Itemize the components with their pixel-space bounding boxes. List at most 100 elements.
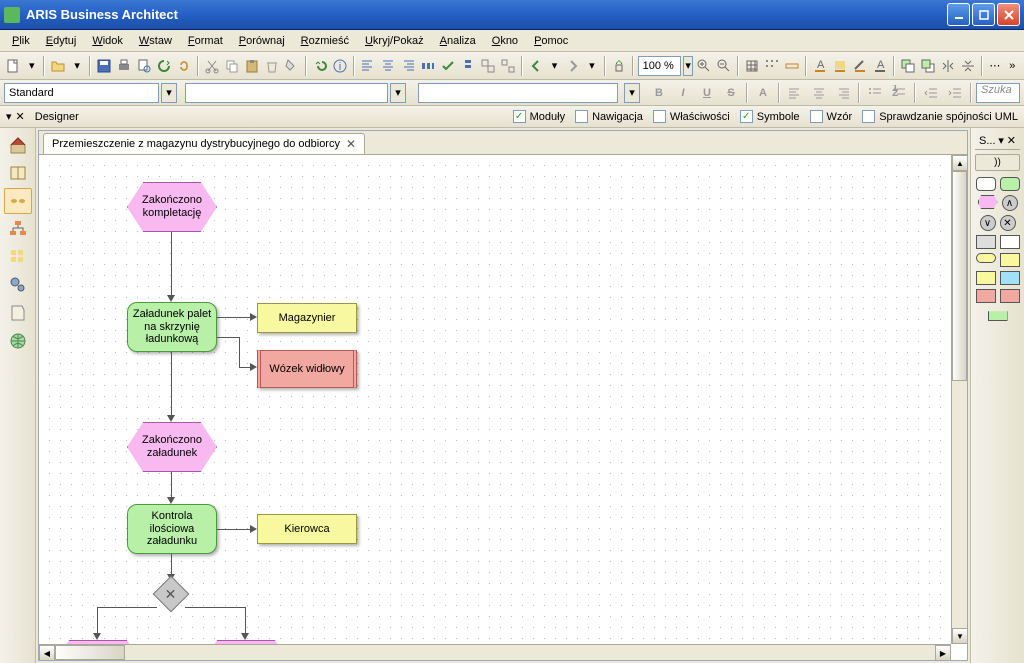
align-right-icon[interactable] (399, 55, 417, 77)
open-icon[interactable] (49, 55, 67, 77)
event-shape[interactable]: Zakończono załadunek (127, 422, 217, 472)
align-left-text-icon[interactable] (784, 82, 806, 104)
zoom-in-icon[interactable] (695, 55, 713, 77)
back-dropdown[interactable]: ▾ (547, 55, 562, 77)
check-icon[interactable] (439, 55, 457, 77)
more-icon[interactable]: ⋯ (987, 55, 1002, 77)
paste-icon[interactable] (243, 55, 261, 77)
palette-trapezoid-green[interactable] (988, 307, 1008, 321)
panel-menu-icon[interactable]: ▾ (998, 134, 1004, 147)
open-dropdown-icon[interactable]: ▾ (69, 55, 84, 77)
role-shape[interactable]: Kierowca (257, 514, 357, 544)
format-painter-icon[interactable] (283, 55, 301, 77)
note-tool-icon[interactable] (4, 300, 32, 326)
info-icon[interactable]: i (331, 55, 349, 77)
outdent-icon[interactable] (920, 82, 942, 104)
underline-button[interactable]: U (696, 82, 718, 104)
align-right-text-icon[interactable] (832, 82, 854, 104)
palette-hexagon-pink[interactable] (978, 195, 998, 209)
canvas[interactable]: Zakończono kompletację Załadunek palet n… (39, 155, 951, 644)
menu-format[interactable]: Format (180, 33, 231, 49)
style-combo-arrow[interactable]: ▾ (161, 83, 177, 103)
ungroup-icon[interactable] (499, 55, 517, 77)
zoom-value[interactable]: 100 % (638, 56, 682, 76)
tree-tool-icon[interactable] (4, 216, 32, 242)
zoom-out-icon[interactable] (715, 55, 733, 77)
refresh-icon[interactable] (155, 55, 173, 77)
pattern-checkbox[interactable]: Wzór (810, 110, 853, 123)
distribute-h-icon[interactable] (419, 55, 437, 77)
forward-dropdown[interactable]: ▾ (584, 55, 599, 77)
properties-checkbox[interactable]: Właściwości (653, 110, 730, 123)
menu-compare[interactable]: Porównaj (231, 33, 293, 49)
font-button[interactable]: A (752, 82, 774, 104)
ruler-icon[interactable] (783, 55, 801, 77)
maximize-button[interactable] (972, 3, 995, 26)
uml-checkbox[interactable]: Sprawdzanie spójności UML (862, 110, 1018, 123)
navigation-checkbox[interactable]: Nawigacja (575, 110, 643, 123)
palette-gateway-xor[interactable]: ✕ (1000, 215, 1016, 231)
group-icon[interactable] (479, 55, 497, 77)
grid-icon[interactable] (743, 55, 761, 77)
palette-rect-grey[interactable] (976, 235, 996, 249)
gears-tool-icon[interactable] (4, 272, 32, 298)
style-combo[interactable]: Standard (4, 83, 159, 103)
copy-icon[interactable] (223, 55, 241, 77)
palette-rect-yellow[interactable] (1000, 253, 1020, 267)
menu-showhide[interactable]: Ukryj/Pokaż (357, 33, 432, 49)
align-center-icon[interactable] (379, 55, 397, 77)
palette-gateway-or[interactable]: ∨ (980, 215, 996, 231)
menu-analyze[interactable]: Analiza (432, 33, 484, 49)
fill-color-icon[interactable] (831, 55, 849, 77)
flip-h-icon[interactable] (939, 55, 957, 77)
book-tool-icon[interactable] (4, 160, 32, 186)
home-tool-icon[interactable] (4, 132, 32, 158)
panel-close-icon[interactable]: ✕ (1007, 134, 1016, 147)
print-icon[interactable] (115, 55, 133, 77)
highlight-icon[interactable]: A (871, 55, 889, 77)
send-back-icon[interactable] (919, 55, 937, 77)
function-shape[interactable]: Załadunek palet na skrzynię ładunkową (127, 302, 217, 352)
font-name-combo[interactable] (185, 83, 388, 103)
numbering-icon[interactable]: 12 (888, 82, 910, 104)
palette-rect-blue[interactable] (1000, 271, 1020, 285)
align-left-icon[interactable] (359, 55, 377, 77)
flip-v-icon[interactable] (959, 55, 977, 77)
viewbar-dropdown-icon[interactable]: ▾ (6, 110, 12, 123)
zoom-dropdown[interactable]: ▾ (683, 56, 693, 76)
print-preview-icon[interactable] (135, 55, 153, 77)
link-icon[interactable] (175, 55, 193, 77)
menu-insert[interactable]: Wstaw (131, 33, 180, 49)
tab-close-icon[interactable]: ✕ (346, 137, 356, 151)
bring-front-icon[interactable] (899, 55, 917, 77)
menu-view[interactable]: Widok (84, 33, 131, 49)
palette-ellipse-yellow[interactable] (976, 253, 996, 263)
palette-roundrect-green[interactable] (1000, 177, 1020, 191)
new-dropdown-icon[interactable]: ▾ (24, 55, 39, 77)
function-shape[interactable]: Kontrola ilościowa załadunku (127, 504, 217, 554)
font-size-combo[interactable] (418, 83, 618, 103)
indent-icon[interactable] (944, 82, 966, 104)
menu-file[interactable]: Plik (4, 33, 38, 49)
snap-icon[interactable] (763, 55, 781, 77)
new-icon[interactable] (4, 55, 22, 77)
vertical-scrollbar[interactable]: ▲ ▼ (951, 155, 967, 644)
menu-edit[interactable]: Edytuj (38, 33, 85, 49)
menu-help[interactable]: Pomoc (526, 33, 576, 49)
text-color-icon[interactable]: A (811, 55, 829, 77)
matrix-tool-icon[interactable] (4, 244, 32, 270)
cut-icon[interactable] (203, 55, 221, 77)
minimize-button[interactable] (947, 3, 970, 26)
bold-button[interactable]: B (648, 82, 670, 104)
gateway-shape[interactable]: ✕ (158, 581, 184, 607)
horizontal-scrollbar[interactable]: ◀ ▶ (39, 644, 951, 660)
document-tab[interactable]: Przemieszczenie z magazynu dystrybucyjne… (43, 133, 365, 154)
home-icon[interactable] (610, 55, 628, 77)
font-name-arrow[interactable]: ▾ (390, 83, 406, 103)
panel-collapse-button[interactable]: )) (975, 154, 1020, 171)
org-tool-icon[interactable] (4, 188, 32, 214)
strike-button[interactable]: S (720, 82, 742, 104)
delete-icon[interactable] (263, 55, 281, 77)
modules-checkbox[interactable]: ✓Moduły (513, 110, 565, 123)
forward-icon[interactable] (564, 55, 582, 77)
